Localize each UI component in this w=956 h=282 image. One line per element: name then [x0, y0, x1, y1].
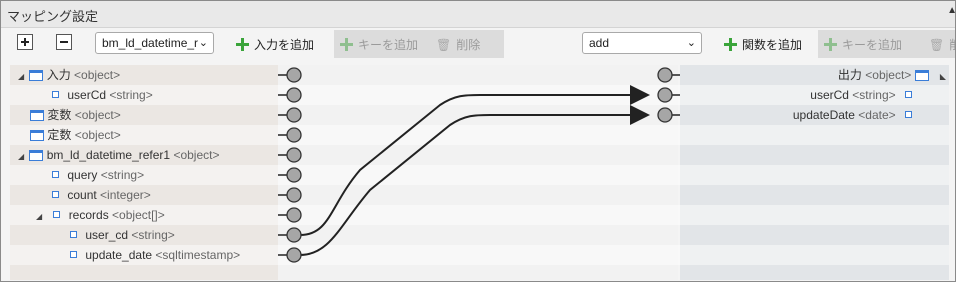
object-icon	[914, 70, 929, 81]
tree-item-label: query	[67, 168, 98, 182]
input-tree-item-records[interactable]: ◢ records <object[]>	[36, 205, 165, 225]
add-input-label: 入力を追加	[254, 38, 315, 52]
tree-item-type: <object[]>	[112, 208, 165, 222]
input-tree-item-update-date[interactable]: update_date <sqltimestamp>	[70, 245, 240, 265]
tree-item-type: <string>	[109, 88, 153, 102]
input-source-select-value: bm_ld_datetime_r	[102, 36, 199, 50]
delete-button-right[interactable]: 🗑削	[923, 30, 955, 58]
delete-button-left[interactable]: 🗑 削除	[430, 30, 504, 58]
expand-triangle-icon[interactable]: ◢	[18, 147, 26, 167]
field-icon	[905, 91, 912, 98]
trash-icon: 🗑	[436, 38, 452, 52]
window-title: マッピング設定	[7, 9, 99, 24]
tree-item-type: <integer>	[100, 188, 151, 202]
input-tree-item-variables[interactable]: 変数 <object>	[30, 105, 121, 125]
tree-item-type: <object>	[74, 128, 121, 142]
field-icon	[70, 251, 77, 258]
tree-item-label: update_date	[85, 248, 153, 262]
field-icon	[52, 191, 59, 198]
input-tree-item-count[interactable]: count <integer>	[52, 185, 151, 205]
add-function-button[interactable]: 関数を追加	[718, 30, 810, 58]
expand-triangle-icon[interactable]: ◢	[36, 207, 44, 227]
field-icon	[905, 111, 912, 118]
function-select[interactable]: add ⌄	[582, 32, 702, 54]
tree-item-label: 入力	[46, 68, 71, 82]
input-tree-item-bm-ld-datetime-refer1[interactable]: ◢ bm_ld_datetime_refer1 <object>	[18, 145, 219, 165]
output-tree-item-root[interactable]: 出力 <object> ◣	[838, 65, 946, 85]
tree-item-type: <sqltimestamp>	[155, 248, 241, 262]
add-key-label: キーを追加	[842, 38, 903, 52]
expand-triangle-icon[interactable]: ◢	[18, 67, 26, 87]
plus-icon	[724, 38, 737, 51]
input-tree-item-query[interactable]: query <string>	[52, 165, 144, 185]
output-tree-item-updatedate[interactable]: updateDate <date>	[793, 105, 912, 125]
field-icon	[52, 171, 59, 178]
field-icon	[53, 211, 61, 218]
tree-item-type: <object>	[74, 108, 121, 122]
input-tree-item-constants[interactable]: 定数 <object>	[30, 125, 121, 145]
object-icon	[29, 70, 44, 81]
collapse-all-button[interactable]	[56, 34, 72, 50]
tree-item-type: <string>	[131, 228, 175, 242]
plus-icon	[824, 38, 837, 51]
collapse-triangle-icon[interactable]: ◣	[938, 67, 946, 87]
object-icon	[29, 150, 44, 161]
add-function-label: 関数を追加	[742, 38, 803, 52]
tree-item-label: records	[68, 208, 109, 222]
tree-item-type: <string>	[100, 168, 145, 182]
window-corner-icon: ▲	[947, 5, 956, 16]
tree-item-type: <string>	[852, 88, 896, 102]
add-key-button-right[interactable]: キーを追加	[818, 30, 923, 58]
tree-item-label: userCd	[810, 88, 849, 102]
chevron-down-icon: ⌄	[198, 37, 208, 49]
row-band	[10, 165, 949, 185]
tree-item-label: user_cd	[85, 228, 129, 242]
tree-item-type: <object>	[173, 148, 220, 162]
tree-item-label: 出力	[837, 68, 862, 82]
tree-item-label: bm_ld_datetime_refer1	[46, 148, 171, 162]
add-key-button-left[interactable]: キーを追加	[334, 30, 430, 58]
trash-icon: 🗑	[929, 38, 945, 52]
input-tree-item-usercd[interactable]: userCd <string>	[52, 85, 153, 105]
tree-item-type: <object>	[74, 68, 121, 82]
tree-item-label: count	[67, 188, 97, 202]
plus-icon	[236, 38, 249, 51]
field-icon	[70, 231, 77, 238]
title-bar: マッピング設定 ▲	[1, 1, 956, 28]
object-icon	[30, 110, 44, 121]
tree-item-type: <object>	[865, 68, 912, 82]
add-input-button[interactable]: 入力を追加	[230, 30, 322, 58]
field-icon	[52, 91, 59, 98]
input-tree-item-root[interactable]: ◢ 入力 <object>	[18, 65, 120, 85]
tree-item-label: 変数	[47, 108, 72, 122]
expand-all-button[interactable]	[17, 34, 33, 50]
input-tree-item-user-cd[interactable]: user_cd <string>	[70, 225, 175, 245]
plus-icon	[340, 38, 353, 51]
tree-item-label: userCd	[67, 88, 107, 102]
chevron-down-icon: ⌄	[686, 37, 696, 49]
delete-label: 削除	[456, 38, 481, 52]
output-tree-item-usercd[interactable]: userCd <string>	[810, 85, 912, 105]
input-source-select[interactable]: bm_ld_datetime_r ⌄	[95, 32, 214, 54]
tree-item-label: updateDate	[792, 108, 855, 122]
delete-label: 削	[949, 38, 955, 52]
toolbar: bm_ld_datetime_r ⌄ 入力を追加 キーを追加 🗑 削除 add ⌄…	[1, 28, 955, 60]
tree-item-type: <date>	[858, 108, 896, 122]
object-icon	[30, 130, 44, 141]
add-key-label: キーを追加	[358, 38, 419, 52]
row-band	[10, 125, 949, 145]
function-select-value: add	[589, 36, 610, 50]
tree-item-label: 定数	[47, 128, 72, 142]
